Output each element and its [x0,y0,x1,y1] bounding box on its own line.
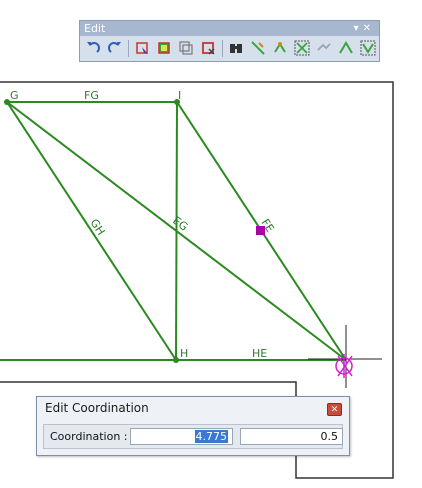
delete-feature-icon[interactable] [200,40,216,56]
toolbar-dropdown-icon[interactable]: ▾ [354,23,363,34]
edit-toolbar: Edit ▾✕ [79,20,380,62]
node-h[interactable] [173,357,179,363]
node-label-g: G [10,89,19,102]
coordination-y-value: 0.5 [320,430,339,443]
edge-gh[interactable] [6,101,177,361]
edit-coordination-dialog: Edit Coordination ✕ Coordination : 4.775… [36,396,350,456]
toolbar-title: Edit [84,22,106,35]
edge-label-gh: GH [87,217,107,238]
toolbar-separator [128,40,129,57]
binoculars-icon[interactable] [228,40,244,56]
merge-icon[interactable] [360,40,376,56]
move-vertex-icon[interactable] [272,40,288,56]
reshape-icon[interactable] [156,40,172,56]
redo-icon[interactable] [107,40,123,56]
toolbar-separator [222,40,223,57]
toolbar-window-controls: ▾✕ [354,21,375,36]
edge-label-he: HE [252,347,267,360]
toolbar-buttons [80,36,379,61]
toolbar-close-icon[interactable]: ✕ [363,23,375,34]
move-handle-icon[interactable] [335,354,353,378]
node-label-i: I [178,89,181,102]
edge-label-eg: EG [170,214,190,234]
extend-icon[interactable] [316,40,332,56]
coordination-panel: Coordination : 4.775 0.5 [43,424,343,449]
split-icon[interactable] [250,40,266,56]
snap-icon[interactable] [294,40,310,56]
copy-feature-icon[interactable] [178,40,194,56]
toolbar-title-bar[interactable]: Edit ▾✕ [80,21,379,36]
dialog-title: Edit Coordination [45,401,149,415]
coordination-y-input[interactable]: 0.5 [240,428,343,445]
dialog-close-button[interactable]: ✕ [327,403,342,416]
edit-vertex-icon[interactable] [134,40,150,56]
trim-icon[interactable] [338,40,354,56]
coordination-label: Coordination : [50,430,128,443]
node-label-h: H [180,347,188,360]
coordination-x-value: 4.775 [194,430,228,443]
edge-label-fg: FG [84,89,99,102]
crosshair-cursor-icon [308,325,382,388]
edge-ih[interactable] [175,101,178,361]
coordination-x-input[interactable]: 4.775 [130,428,233,445]
undo-icon[interactable] [85,40,101,56]
